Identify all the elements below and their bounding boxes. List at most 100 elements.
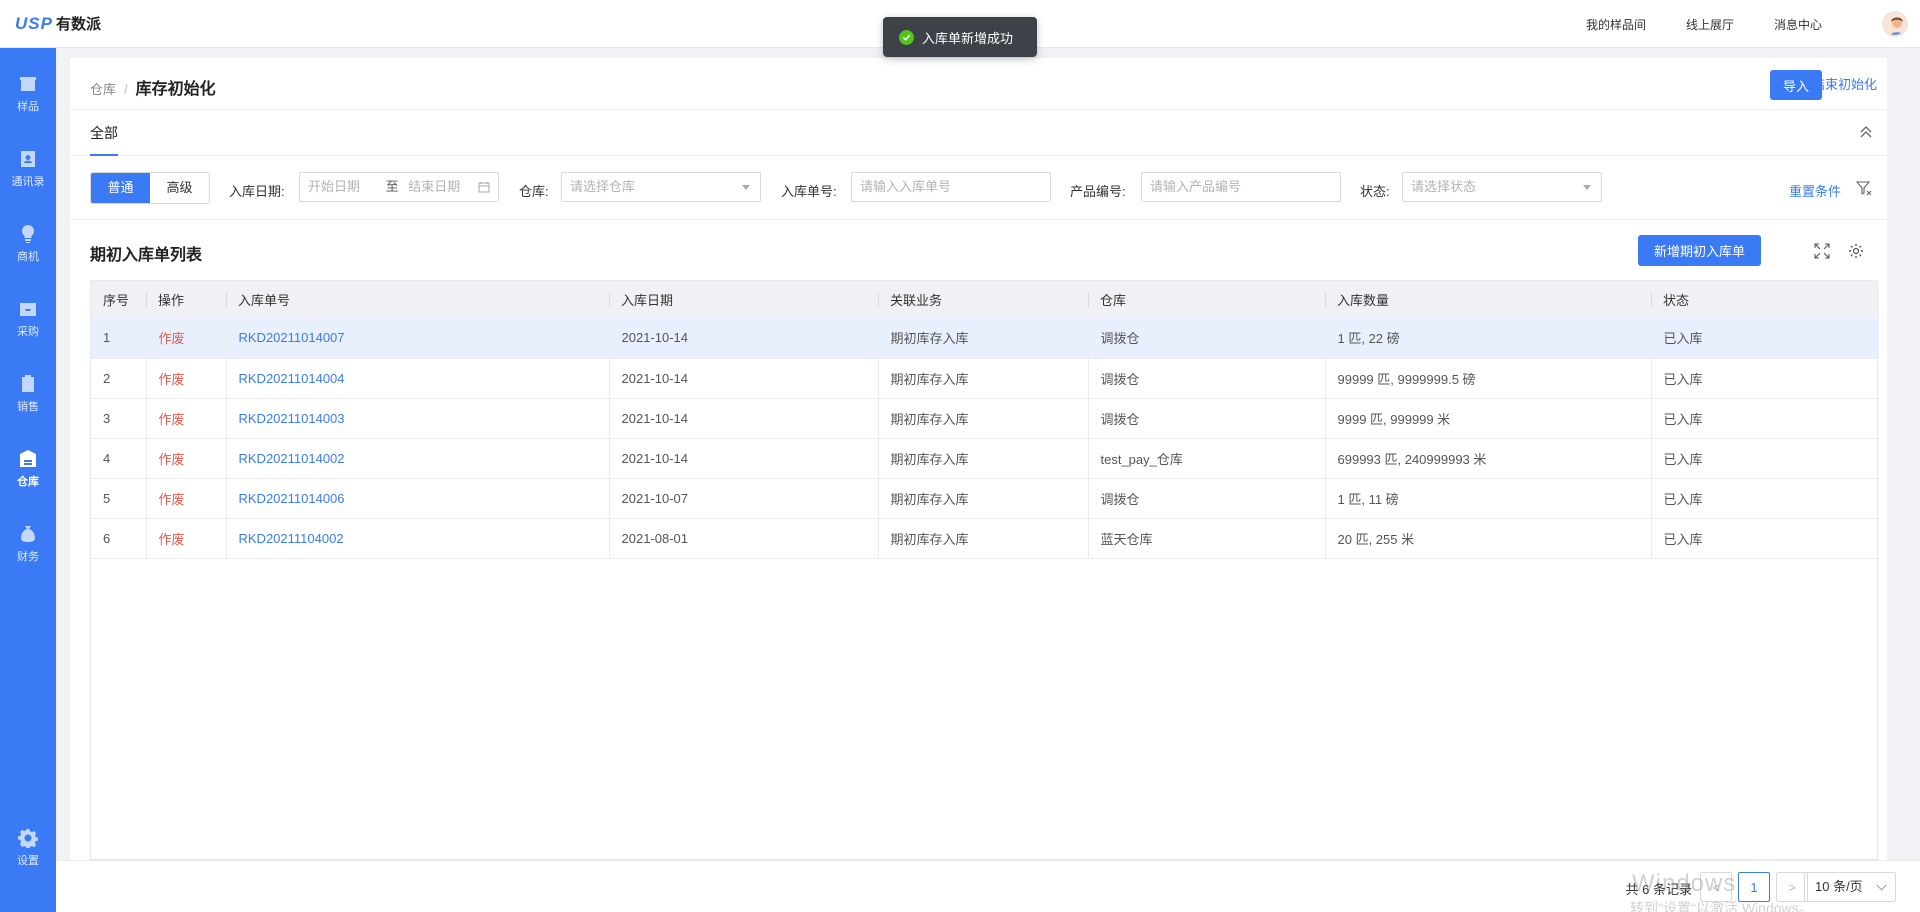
void-button[interactable]: 作废: [145, 478, 226, 519]
cell-index: 6: [91, 518, 146, 559]
cell-quantity: 1 匹, 22 磅: [1324, 318, 1651, 359]
doc-no-link[interactable]: RKD20211014003: [225, 398, 609, 439]
sidebar-item-label: 样品: [17, 101, 39, 113]
col-operation: 操作: [146, 281, 226, 318]
cell-quantity: 20 匹, 255 米: [1324, 518, 1651, 559]
settings-gear-icon[interactable]: [1848, 243, 1864, 259]
sidebar-item-purchase[interactable]: 采购: [0, 289, 56, 349]
cell-warehouse: 蓝天仓库: [1087, 518, 1325, 559]
date-range-picker[interactable]: 开始日期 至 结束日期: [299, 172, 499, 202]
add-opening-stock-button[interactable]: 新增期初入库单: [1638, 235, 1761, 266]
page-title: 库存初始化: [135, 81, 216, 98]
page-header: 仓库 / 库存初始化 导入 结束初始化: [70, 58, 1887, 110]
void-button[interactable]: 作废: [145, 358, 226, 399]
cell-warehouse: test_pay_仓库: [1087, 438, 1325, 479]
table-row[interactable]: 1 作废 RKD20211014007 2021-10-14 期初库存入库 调拨…: [91, 318, 1879, 359]
doc-no-input[interactable]: 请输入入库单号: [851, 172, 1051, 202]
avatar[interactable]: [1882, 11, 1908, 37]
table-row[interactable]: 2 作废 RKD20211014004 2021-10-14 期初库存入库 调拨…: [91, 358, 1879, 399]
doc-no-link[interactable]: RKD20211014004: [225, 358, 609, 399]
sidebar-item-warehouse[interactable]: 仓库: [0, 439, 56, 499]
cell-warehouse: 调拨仓: [1087, 478, 1325, 519]
nav-online-showroom[interactable]: 线上展厅: [1686, 16, 1734, 33]
doc-no-link[interactable]: RKD20211104002: [225, 518, 609, 559]
cell-index: 5: [91, 478, 146, 519]
nav-message-center[interactable]: 消息中心: [1774, 16, 1822, 33]
cell-date: 2021-10-14: [608, 438, 878, 479]
product-no-input[interactable]: 请输入产品编号: [1141, 172, 1341, 202]
table-row[interactable]: 6 作废 RKD20211104002 2021-08-01 期初库存入库 蓝天…: [91, 518, 1879, 559]
list-title: 期初入库单列表: [90, 247, 203, 264]
nav-my-sample-room[interactable]: 我的样品间: [1586, 16, 1646, 33]
warehouse-select[interactable]: 请选择仓库: [561, 172, 761, 202]
sidebar-item-sales[interactable]: 销售: [0, 364, 56, 424]
void-button[interactable]: 作废: [145, 318, 226, 359]
table-header-row: 序号 操作 入库单号 入库日期 关联业务 仓库 入库数量 状态: [91, 281, 1879, 318]
col-status: 状态: [1651, 281, 1879, 318]
cell-status: 已入库: [1650, 518, 1879, 559]
sidebar-item-settings[interactable]: 设置: [0, 818, 56, 878]
tab-all[interactable]: 全部: [90, 110, 118, 156]
contacts-icon: [21, 151, 35, 167]
total-count: 共 6 条记录: [1625, 882, 1692, 897]
table-row[interactable]: 5 作废 RKD20211014006 2021-10-07 期初库存入库 调拨…: [91, 478, 1879, 519]
toast-message: 入库单新增成功: [922, 30, 1014, 46]
col-quantity: 入库数量: [1325, 281, 1651, 318]
void-button[interactable]: 作废: [145, 438, 226, 479]
table-row[interactable]: 4 作废 RKD20211014002 2021-10-14 期初库存入库 te…: [91, 438, 1879, 479]
sidebar-item-contacts[interactable]: 通讯录: [0, 139, 56, 199]
mode-normal-button[interactable]: 普通: [91, 173, 150, 203]
cell-date: 2021-10-14: [608, 358, 878, 399]
caret-down-icon: [1583, 185, 1591, 190]
reset-filters-button[interactable]: 重置条件: [1789, 181, 1841, 200]
status-label: 状态:: [1360, 184, 1390, 199]
cell-business: 期初库存入库: [877, 318, 1088, 359]
doc-no-label: 入库单号:: [781, 184, 837, 199]
table-row[interactable]: 3 作废 RKD20211014003 2021-10-14 期初库存入库 调拨…: [91, 398, 1879, 439]
cell-business: 期初库存入库: [877, 438, 1088, 479]
chevron-double-up-icon[interactable]: [1859, 125, 1873, 139]
calendar-icon: [478, 182, 490, 193]
cell-status: 已入库: [1650, 438, 1879, 479]
doc-no-placeholder: 请输入入库单号: [860, 179, 952, 194]
product-no-placeholder: 请输入产品编号: [1150, 179, 1242, 194]
status-select[interactable]: 请选择状态: [1402, 172, 1602, 202]
filter-mode-toggle: 普通 高级: [90, 172, 210, 204]
sidebar-item-label: 仓库: [17, 476, 39, 488]
sidebar-item-opportunities[interactable]: 商机: [0, 214, 56, 274]
sidebar-item-samples[interactable]: 样品: [0, 64, 56, 124]
cell-quantity: 9999 匹, 999999 米: [1324, 398, 1651, 439]
filter-clear-icon[interactable]: [1856, 180, 1872, 196]
logo-mark: USP: [15, 13, 53, 33]
sidebar-item-finance[interactable]: 财务: [0, 514, 56, 574]
doc-no-link[interactable]: RKD20211014007: [225, 318, 609, 359]
void-button[interactable]: 作废: [145, 518, 226, 559]
cell-date: 2021-08-01: [608, 518, 878, 559]
end-init-button[interactable]: 结束初始化: [1812, 70, 1877, 100]
sidebar-item-label: 财务: [17, 551, 39, 563]
warehouse-icon: [20, 450, 36, 467]
page-size-select[interactable]: 10 条/页: [1804, 872, 1896, 902]
void-button[interactable]: 作废: [145, 398, 226, 439]
sidebar: 样品 通讯录 商机 采购 销售 仓库 财务 设置: [0, 48, 56, 912]
status-placeholder: 请选择状态: [1411, 179, 1477, 194]
doc-no-link[interactable]: RKD20211014006: [225, 478, 609, 519]
cell-index: 4: [91, 438, 146, 479]
prev-page-button[interactable]: <: [1700, 872, 1732, 902]
pagination-bar: 共 6 条记录 < 1 > 10 条/页: [56, 860, 1920, 912]
cell-quantity: 1 匹, 11 磅: [1324, 478, 1651, 519]
inbox-icon: [20, 303, 36, 316]
date-end-placeholder: 结束日期: [408, 179, 461, 194]
sidebar-item-label: 通讯录: [11, 176, 45, 188]
doc-no-link[interactable]: RKD20211014002: [225, 438, 609, 479]
warehouse-placeholder: 请选择仓库: [570, 179, 636, 194]
breadcrumb-separator: /: [124, 82, 128, 97]
page-1-button[interactable]: 1: [1738, 872, 1770, 902]
app-logo[interactable]: USP 有数派: [15, 13, 101, 34]
cell-status: 已入库: [1650, 358, 1879, 399]
opening-stock-table: 序号 操作 入库单号 入库日期 关联业务 仓库 入库数量 状态 1 作废 RKD…: [90, 280, 1879, 860]
fullscreen-icon[interactable]: [1814, 243, 1830, 259]
mode-advanced-button[interactable]: 高级: [150, 173, 209, 203]
col-doc-no: 入库单号: [226, 281, 609, 318]
breadcrumb-parent[interactable]: 仓库: [90, 79, 116, 98]
